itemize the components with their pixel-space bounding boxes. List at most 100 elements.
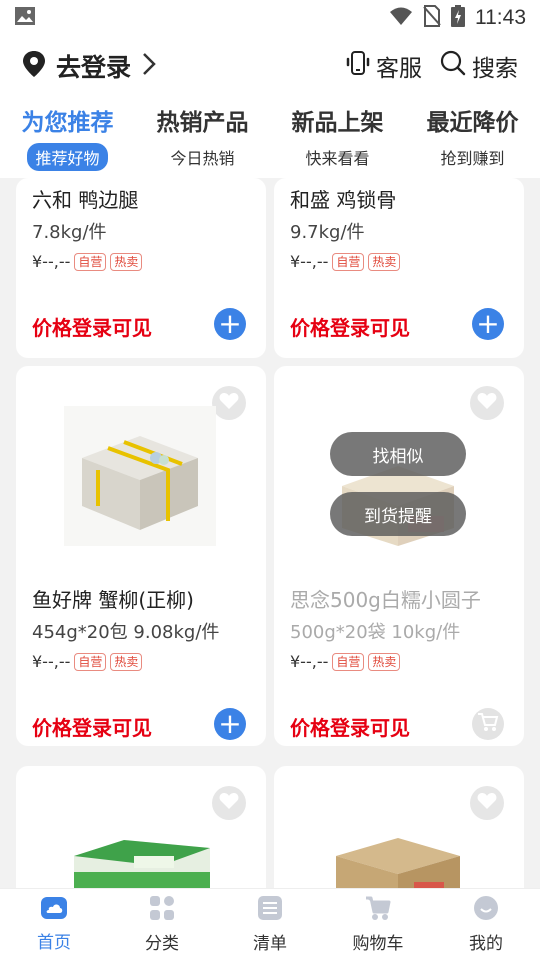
login-to-see-price[interactable]: 价格登录可见 (290, 312, 410, 341)
heart-icon (219, 792, 239, 814)
app-header: 去登录 客服 搜索 (0, 36, 540, 96)
home-cloud-icon (40, 896, 68, 924)
tab-new-arrivals[interactable]: 新品上架 快来看看 (270, 96, 405, 178)
add-to-cart-button[interactable]: + (472, 308, 504, 340)
nav-home[interactable]: 首页 (0, 889, 108, 960)
price-row: ¥--,-- 自营 热卖 (290, 252, 401, 271)
heart-icon (219, 392, 239, 414)
product-name: 鱼好牌 蟹柳(正柳) (32, 588, 194, 612)
category-tabs: 为您推荐 推荐好物 热销产品 今日热销 新品上架 快来看看 最近降价 抢到赚到 (0, 96, 540, 178)
nav-label: 清单 (253, 934, 287, 954)
product-spec: 7.8kg/件 (32, 222, 107, 243)
product-card[interactable]: 找相似 到货提醒 思念500g白糯小圆子 500g*20袋 10kg/件 ¥--… (274, 366, 524, 746)
add-to-cart-button[interactable]: + (214, 708, 246, 740)
tab-title: 最近降价 (426, 110, 519, 136)
hot-sale-tag: 热卖 (368, 652, 401, 671)
price-row: ¥--,-- 自营 热卖 (32, 252, 143, 271)
nav-label: 我的 (469, 934, 503, 954)
product-name: 思念500g白糯小圆子 (290, 588, 481, 612)
product-card[interactable]: 鱼好牌 蟹柳(正柳) 454g*20包 9.08kg/件 ¥--,-- 自营 热… (16, 366, 266, 746)
search-button[interactable]: 搜索 (440, 49, 518, 83)
add-to-cart-button[interactable]: + (214, 308, 246, 340)
no-sim-icon (423, 4, 441, 32)
login-to-see-price[interactable]: 价格登录可见 (290, 712, 410, 741)
product-card[interactable] (16, 766, 266, 888)
product-card[interactable] (274, 766, 524, 888)
cart-disabled-button (472, 708, 504, 740)
nav-category[interactable]: 分类 (108, 889, 216, 960)
heart-icon (477, 792, 497, 814)
self-operated-tag: 自营 (332, 652, 365, 671)
login-link[interactable]: 去登录 (22, 48, 157, 84)
customer-service-button[interactable]: 客服 (346, 49, 422, 83)
search-label: 搜索 (472, 56, 518, 82)
status-time: 11:43 (475, 6, 526, 29)
price-row: ¥--,-- 自营 热卖 (32, 652, 143, 671)
gallery-notification-icon (14, 6, 36, 30)
find-similar-button[interactable]: 找相似 (330, 432, 466, 476)
self-operated-tag: 自营 (74, 252, 107, 271)
favorite-button[interactable] (212, 386, 246, 420)
plus-icon: + (218, 307, 242, 340)
tab-price-drops[interactable]: 最近降价 抢到赚到 (405, 96, 540, 178)
grid-icon (149, 895, 175, 925)
cart-icon (364, 895, 392, 925)
product-price: ¥--,-- (290, 252, 329, 271)
product-image[interactable] (64, 406, 216, 546)
product-spec: 9.7kg/件 (290, 222, 365, 243)
location-pin-icon (22, 50, 46, 82)
product-image[interactable] (64, 816, 216, 888)
battery-charging-icon (451, 4, 465, 32)
favorite-button[interactable] (470, 386, 504, 420)
tab-subtitle: 快来看看 (305, 149, 370, 168)
price-row: ¥--,-- 自营 热卖 (290, 652, 401, 671)
self-operated-tag: 自营 (74, 652, 107, 671)
product-name: 和盛 鸡锁骨 (290, 188, 397, 212)
login-label: 去登录 (56, 53, 132, 82)
product-grid: 六和 鸭边腿 7.8kg/件 ¥--,-- 自营 热卖 价格登录可见 + 和盛 … (0, 178, 540, 888)
tab-title: 热销产品 (156, 110, 249, 136)
tab-subtitle: 推荐好物 (27, 143, 108, 171)
product-price: ¥--,-- (32, 652, 71, 671)
smiley-icon (473, 895, 499, 925)
customer-service-label: 客服 (376, 56, 422, 82)
plus-icon: + (476, 307, 500, 340)
tab-title: 为您推荐 (21, 110, 114, 136)
product-spec: 454g*20包 9.08kg/件 (32, 622, 220, 643)
hot-sale-tag: 热卖 (368, 252, 401, 271)
product-name: 六和 鸭边腿 (32, 188, 139, 212)
product-image[interactable] (322, 816, 474, 888)
plus-icon: + (218, 707, 242, 740)
product-card[interactable]: 和盛 鸡锁骨 9.7kg/件 ¥--,-- 自营 热卖 价格登录可见 + (274, 178, 524, 358)
tab-recommended[interactable]: 为您推荐 推荐好物 (0, 96, 135, 178)
cart-icon (477, 712, 499, 736)
hot-sale-tag: 热卖 (110, 652, 143, 671)
product-spec: 500g*20袋 10kg/件 (290, 622, 461, 643)
nav-mine[interactable]: 我的 (432, 889, 540, 960)
bottom-navigation: 首页 分类 清单 购物车 我的 (0, 888, 540, 960)
nav-label: 首页 (37, 933, 71, 953)
nav-label: 购物车 (352, 934, 404, 954)
chevron-right-icon (141, 52, 157, 80)
headset-phone-icon (346, 50, 370, 82)
arrival-reminder-button[interactable]: 到货提醒 (330, 492, 466, 536)
wifi-icon (389, 6, 413, 31)
heart-icon (477, 392, 497, 414)
tab-title: 新品上架 (291, 110, 384, 136)
tab-hot-sales[interactable]: 热销产品 今日热销 (135, 96, 270, 178)
tab-subtitle: 抢到赚到 (440, 149, 505, 168)
product-price: ¥--,-- (32, 252, 71, 271)
nav-list[interactable]: 清单 (216, 889, 324, 960)
product-card[interactable]: 六和 鸭边腿 7.8kg/件 ¥--,-- 自营 热卖 价格登录可见 + (16, 178, 266, 358)
hot-sale-tag: 热卖 (110, 252, 143, 271)
list-icon (257, 895, 283, 925)
nav-cart[interactable]: 购物车 (324, 889, 432, 960)
tab-subtitle: 今日热销 (170, 149, 235, 168)
self-operated-tag: 自营 (332, 252, 365, 271)
favorite-button[interactable] (212, 786, 246, 820)
favorite-button[interactable] (470, 786, 504, 820)
login-to-see-price[interactable]: 价格登录可见 (32, 712, 152, 741)
status-bar: 11:43 (0, 0, 540, 36)
product-price: ¥--,-- (290, 652, 329, 671)
login-to-see-price[interactable]: 价格登录可见 (32, 312, 152, 341)
